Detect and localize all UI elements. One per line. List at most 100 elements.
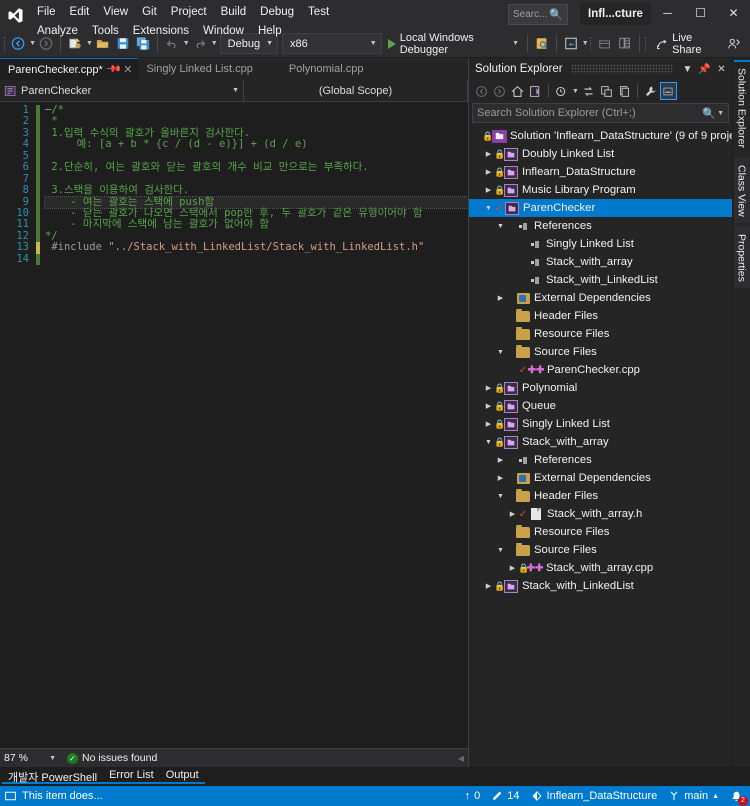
tree-item[interactable]: ▶ 🔒 Singly Linked List bbox=[469, 415, 732, 433]
tree-item[interactable]: ▶ External Dependencies bbox=[469, 469, 732, 487]
expander-expanded-icon[interactable]: ▼ bbox=[495, 547, 506, 554]
tree-item[interactable]: Singly Linked List bbox=[469, 235, 732, 253]
pin-icon[interactable]: 📌 bbox=[105, 61, 122, 78]
expander-expanded-icon[interactable]: ▼ bbox=[483, 439, 494, 446]
minimize-button[interactable]: ─ bbox=[651, 0, 684, 26]
tree-item[interactable]: ▶ 🔒 Polynomial bbox=[469, 379, 732, 397]
expander-collapsed-icon[interactable]: ▶ bbox=[495, 474, 506, 482]
branch-indicator[interactable]: main ▲ bbox=[668, 790, 719, 802]
properties-icon[interactable] bbox=[642, 82, 659, 100]
collapse-all-icon[interactable] bbox=[598, 82, 615, 100]
menu-help[interactable]: Help bbox=[251, 22, 289, 41]
vertical-tab-solution-explorer[interactable]: Solution Explorer bbox=[733, 60, 750, 154]
menu-project[interactable]: Project bbox=[164, 3, 214, 22]
expander-collapsed-icon[interactable]: ▶ bbox=[483, 402, 494, 410]
tree-item[interactable]: ▶ 🔒 Inflearn_DataStructure bbox=[469, 163, 732, 181]
undo-dropdown-icon[interactable]: ▼ bbox=[183, 40, 190, 47]
expander-expanded-icon[interactable]: ▼ bbox=[495, 223, 506, 230]
expander-collapsed-icon[interactable]: ▶ bbox=[495, 456, 506, 464]
editor-tab-polynomial[interactable]: Polynomial.cpp bbox=[281, 58, 370, 80]
live-share-button[interactable]: Live Share bbox=[650, 32, 724, 56]
tree-item[interactable]: Stack_with_array bbox=[469, 253, 732, 271]
solution-explorer-search-input[interactable]: Search Solution Explorer (Ctrl+;) 🔍 ▼ bbox=[472, 103, 729, 123]
tree-item[interactable]: ▼ Source Files bbox=[469, 343, 732, 361]
menu-debug[interactable]: Debug bbox=[253, 3, 301, 22]
tree-item[interactable]: ▶ ✓ Stack_with_array.h bbox=[469, 505, 732, 523]
expander-expanded-icon[interactable]: ▼ bbox=[483, 205, 494, 212]
menu-window[interactable]: Window bbox=[196, 22, 251, 41]
bottom-tab-dev-powershell[interactable]: 개발자 PowerShell bbox=[2, 767, 104, 784]
menu-file[interactable]: File bbox=[30, 3, 63, 22]
tree-item[interactable]: ▶ References bbox=[469, 451, 732, 469]
start-debugging-button[interactable]: Local Windows Debugger ▼ bbox=[384, 32, 523, 56]
close-icon[interactable]: ✕ bbox=[123, 63, 132, 76]
menu-build[interactable]: Build bbox=[214, 3, 254, 22]
preview-selected-items-icon[interactable] bbox=[659, 82, 677, 100]
vertical-tab-properties[interactable]: Properties bbox=[733, 225, 750, 288]
window-layout-dropdown-icon[interactable]: ▼ bbox=[582, 40, 589, 47]
menu-tools[interactable]: Tools bbox=[85, 22, 126, 41]
chevron-down-icon[interactable]: ▼ bbox=[681, 64, 694, 75]
maximize-button[interactable]: ☐ bbox=[684, 0, 717, 26]
menu-view[interactable]: View bbox=[96, 3, 135, 22]
expander-collapsed-icon[interactable]: ▶ bbox=[483, 168, 494, 176]
show-all-files-icon[interactable] bbox=[616, 82, 633, 100]
menu-test[interactable]: Test bbox=[301, 3, 336, 22]
navbar-scope-combo[interactable]: (Global Scope) bbox=[244, 80, 468, 101]
tree-item[interactable]: ▼ Header Files bbox=[469, 487, 732, 505]
pin-icon[interactable]: 📌 bbox=[698, 64, 711, 75]
tree-item[interactable]: ✓ ✚✚ ParenChecker.cpp bbox=[469, 361, 732, 379]
expander-expanded-icon[interactable]: ▼ bbox=[495, 349, 506, 356]
code-editor[interactable]: 1 2 3 4 5 6 7 8 9 10 11 12 13 14 ─/* * 1… bbox=[0, 102, 468, 748]
tree-item[interactable]: ▶ 🔒 Stack_with_LinkedList bbox=[469, 577, 732, 595]
code-text[interactable]: ─/* * 1.입력 수식의 괄호가 올바른지 검사한다. 예: [a + b … bbox=[40, 102, 468, 748]
close-icon[interactable]: ✕ bbox=[715, 64, 728, 75]
chevron-down-icon[interactable]: ▼ bbox=[717, 110, 724, 117]
title-search-box[interactable]: Searc... 🔍 bbox=[508, 4, 568, 25]
forward-icon[interactable] bbox=[491, 82, 508, 100]
tree-item[interactable]: ▶ External Dependencies bbox=[469, 289, 732, 307]
back-icon[interactable] bbox=[473, 82, 490, 100]
toolbar-grip-3[interactable] bbox=[644, 35, 650, 53]
vertical-tab-class-view[interactable]: Class View bbox=[733, 156, 750, 223]
notifications-indicator[interactable]: 2 bbox=[730, 790, 748, 806]
tree-item[interactable]: ▶ 🔒 Music Library Program bbox=[469, 181, 732, 199]
expander-collapsed-icon[interactable]: ▶ bbox=[483, 186, 494, 194]
tree-item[interactable]: Resource Files bbox=[469, 325, 732, 343]
tree-item[interactable]: ▶ 🔒 Doubly Linked List bbox=[469, 145, 732, 163]
tree-item[interactable]: ▼ 🔒 Stack_with_array bbox=[469, 433, 732, 451]
navbar-project-combo[interactable]: ParenChecker ▼ bbox=[0, 80, 244, 101]
repository-indicator[interactable]: Inflearn_DataStructure bbox=[531, 790, 657, 802]
window-layout-icon[interactable] bbox=[561, 33, 581, 55]
home-icon[interactable] bbox=[509, 82, 526, 100]
zoom-level-combo[interactable]: 87 % ▼ bbox=[0, 749, 60, 767]
uncommitted-changes[interactable]: 14 bbox=[491, 790, 520, 802]
tree-item[interactable]: Header Files bbox=[469, 307, 732, 325]
toolbox-icon[interactable] bbox=[595, 33, 615, 55]
expander-collapsed-icon[interactable]: ▶ bbox=[483, 150, 494, 158]
chevron-down-icon[interactable]: ▼ bbox=[572, 88, 579, 95]
tree-item[interactable]: ▼ References bbox=[469, 217, 732, 235]
menu-edit[interactable]: Edit bbox=[63, 3, 97, 22]
new-project-dropdown-icon[interactable]: ▼ bbox=[86, 40, 93, 47]
pending-changes-filter-icon[interactable] bbox=[553, 82, 570, 100]
menu-git[interactable]: Git bbox=[135, 3, 164, 22]
toolbar-grip-2[interactable] bbox=[589, 35, 595, 53]
horizontal-scroll-left-arrow[interactable]: ◀ bbox=[458, 754, 464, 763]
editor-tab-parenchecker[interactable]: ParenChecker.cpp* 📌 ✕ bbox=[0, 58, 139, 80]
expander-collapsed-icon[interactable]: ▶ bbox=[507, 564, 518, 572]
tree-item[interactable]: ▶ 🔒 ✚✚ Stack_with_array.cpp bbox=[469, 559, 732, 577]
solution-tree[interactable]: 🔒 Solution 'Inflearn_DataStructure' (9 of… bbox=[469, 125, 732, 767]
debug-target-dropdown-icon[interactable]: ▼ bbox=[512, 40, 519, 47]
expander-collapsed-icon[interactable]: ▶ bbox=[495, 294, 506, 302]
refresh-icon[interactable] bbox=[580, 82, 597, 100]
properties-window-icon[interactable] bbox=[615, 33, 635, 55]
tree-item[interactable]: 🔒 Solution 'Inflearn_DataStructure' (9 of… bbox=[469, 127, 732, 145]
navigate-back-icon[interactable] bbox=[8, 33, 28, 55]
tree-item[interactable]: ▼ Source Files bbox=[469, 541, 732, 559]
tree-item[interactable]: ▶ 🔒 Queue bbox=[469, 397, 732, 415]
send-feedback-icon[interactable] bbox=[724, 33, 744, 55]
expander-collapsed-icon[interactable]: ▶ bbox=[483, 384, 494, 392]
menu-extensions[interactable]: Extensions bbox=[126, 22, 196, 41]
tree-item[interactable]: Resource Files bbox=[469, 523, 732, 541]
